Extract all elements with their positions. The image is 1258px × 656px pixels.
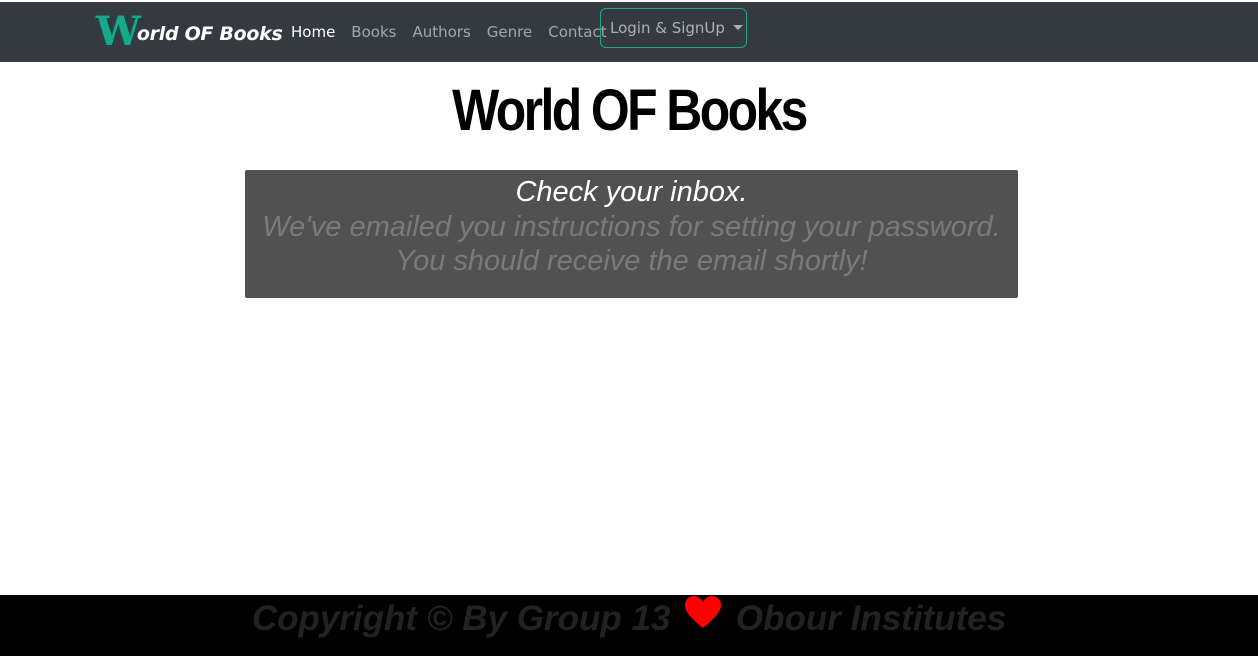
nav-link-books[interactable]: Books xyxy=(343,23,404,41)
nav-link-authors[interactable]: Authors xyxy=(404,23,478,41)
alert-text-line1: We've emailed you instructions for setti… xyxy=(262,211,1001,243)
nav-link-home[interactable]: Home xyxy=(283,23,343,41)
caret-down-icon xyxy=(732,24,743,30)
alert-text-line2: You should receive the email shortly! xyxy=(395,245,868,277)
page-title: World OF Books xyxy=(452,78,808,143)
footer: Copyright © By Group 13 Obour Institutes xyxy=(0,595,1258,656)
brand-logo[interactable]: W orld OF Books xyxy=(96,8,283,55)
alert-heading: Check your inbox. xyxy=(515,176,748,208)
login-signup-label: Login & SignUp xyxy=(610,19,725,37)
brand-name: orld OF Books xyxy=(136,22,283,45)
heart-icon xyxy=(684,594,722,642)
footer-institute: Obour Institutes xyxy=(735,599,1007,638)
login-signup-dropdown[interactable]: Login & SignUp xyxy=(600,8,747,48)
footer-copyright: Copyright © By Group 13 xyxy=(251,599,671,638)
inbox-alert: Check your inbox. We've emailed you inst… xyxy=(245,170,1018,298)
nav-links: Home Books Authors Genre Contact xyxy=(283,2,615,62)
brand-logo-letter: W xyxy=(96,8,141,55)
nav-link-genre[interactable]: Genre xyxy=(479,23,540,41)
